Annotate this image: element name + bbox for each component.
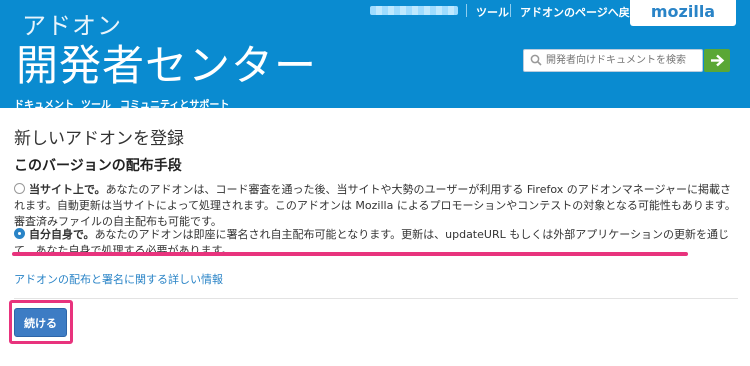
distribution-details-link[interactable]: アドオンの配布と署名に関する詳しい情報 — [14, 271, 223, 287]
section-title: このバージョンの配布手段 — [14, 158, 182, 174]
search-box — [523, 49, 703, 72]
mozilla-tab[interactable]: mozilla — [630, 0, 736, 26]
user-account-link[interactable] — [370, 6, 458, 15]
topbar-divider — [466, 4, 467, 17]
nav-documents[interactable]: ドキュメント — [14, 96, 74, 111]
option-description: あなたのアドオンは、コード審査を通った後、当サイトや大勢のユーザーが利用する F… — [14, 183, 736, 228]
page-title: 新しいアドオンを登録 — [14, 129, 184, 149]
radio-on-site[interactable] — [14, 183, 25, 194]
search-input[interactable] — [546, 51, 698, 70]
highlight-underline — [12, 252, 688, 256]
topbar-tools-link[interactable]: ツール — [476, 4, 509, 19]
site-header: アドオン 開発者センター ツール アドオンのページへ戻る mozilla ドキュ… — [0, 0, 750, 111]
site-title[interactable]: 開発者センター — [16, 32, 317, 93]
arrow-right-icon — [711, 54, 725, 67]
search-submit-button[interactable] — [704, 49, 730, 72]
topbar-back-to-addons-link[interactable]: アドオンのページへ戻る — [520, 4, 641, 19]
radio-self[interactable] — [14, 228, 25, 239]
option-label: 当サイト上で。 — [29, 183, 106, 196]
continue-button[interactable]: 続ける — [14, 308, 67, 337]
topbar-divider — [510, 4, 511, 17]
nav-community-support[interactable]: コミュニティとサポート — [120, 96, 229, 111]
search-icon — [530, 54, 542, 66]
divider — [14, 298, 738, 299]
nav-tools[interactable]: ツール — [81, 96, 111, 111]
option-label: 自分自身で。 — [29, 228, 95, 241]
distribution-option-on-site[interactable]: 当サイト上で。あなたのアドオンは、コード審査を通った後、当サイトや大勢のユーザー… — [14, 182, 739, 230]
